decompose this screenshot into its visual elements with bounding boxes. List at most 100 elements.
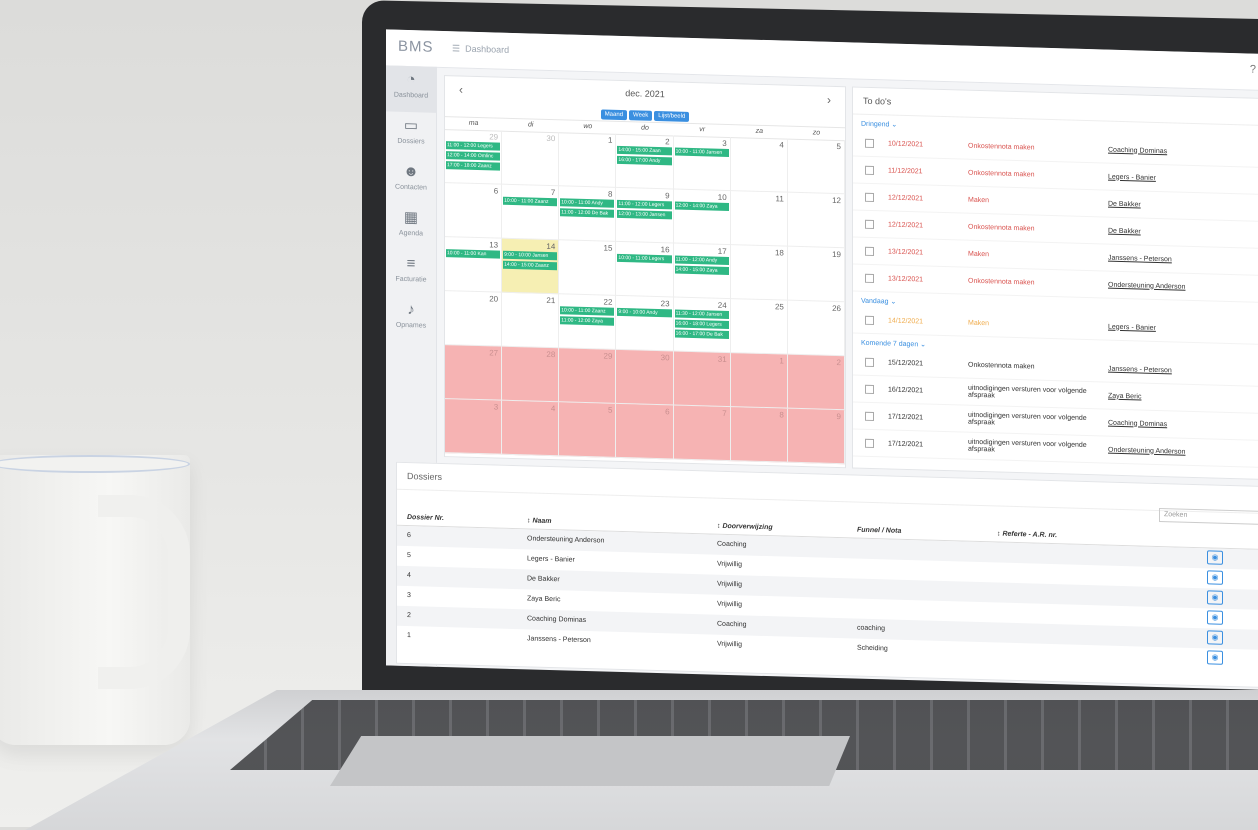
todo-checkbox[interactable]: [865, 246, 874, 256]
calendar-day[interactable]: 3: [445, 399, 503, 455]
calendar-event[interactable]: 10:00 - 11:00 Legers: [617, 253, 672, 264]
todo-dossier-link[interactable]: Coaching Dominas: [1108, 146, 1228, 156]
calendar-day[interactable]: 15: [559, 240, 617, 296]
calendar-day[interactable]: 1: [559, 132, 617, 188]
eye-icon[interactable]: ◉: [1207, 630, 1223, 645]
calendar-day[interactable]: 29 11:00 - 12:00 Legers 12:00 - 14:00 Omli…: [445, 129, 503, 185]
calendar-event[interactable]: 16:00 - 17:00 De Bak: [674, 329, 729, 340]
calendar-event[interactable]: 11:00 - 12:00 Zaya: [560, 316, 615, 326]
calendar-event[interactable]: 12:00 - 14:00 Zaya: [674, 201, 729, 212]
calendar-event[interactable]: 14:00 - 15:00 Zaanz: [503, 260, 558, 271]
column-header[interactable]: [1197, 536, 1258, 545]
dossier-search-input[interactable]: Zoeken: [1159, 508, 1258, 526]
calendar-day[interactable]: 21: [502, 292, 560, 349]
todo-checkbox[interactable]: [865, 165, 874, 175]
calendar-day[interactable]: 9: [787, 408, 845, 465]
sidebar-item-agenda[interactable]: ▦ Agenda: [386, 203, 436, 250]
calendar-event[interactable]: 12:00 - 13:00 Jansen: [617, 209, 672, 220]
calendar-day[interactable]: 29: [559, 348, 617, 404]
eye-icon[interactable]: ◉: [1207, 650, 1223, 665]
calendar-day[interactable]: 1: [730, 353, 788, 409]
calendar-event[interactable]: 11:00 - 12:00 Legers: [617, 199, 672, 210]
calendar-event[interactable]: 17:00 - 18:00 Zaanz: [446, 161, 501, 171]
column-header[interactable]: ↕ Naam: [517, 517, 707, 529]
column-header[interactable]: ↕ Doorverwijzing: [707, 522, 847, 533]
calendar-day[interactable]: 5: [787, 138, 845, 195]
calendar-day[interactable]: 4: [502, 400, 560, 457]
todo-dossier-link[interactable]: Ondersteuning Anderson: [1108, 446, 1228, 456]
todo-dossier-link[interactable]: De Bakker: [1108, 227, 1228, 237]
calendar-event[interactable]: 11:00 - 12:00 De Bak: [560, 208, 615, 218]
calendar-day[interactable]: 30: [616, 349, 674, 406]
calendar-event[interactable]: 10:00 - 11:00 Andy: [560, 198, 615, 208]
calendar-day[interactable]: 22 10:00 - 11:00 Zaanz 11:00 - 12:00 Zaya: [559, 294, 617, 350]
sidebar-item-facturatie[interactable]: ≡ Facturatie: [386, 249, 436, 296]
calendar-day[interactable]: 14 9:00 - 10:00 Jansen 14:00 - 15:00 Zaanz: [502, 238, 560, 295]
help-icon[interactable]: ?: [1250, 64, 1256, 76]
column-header[interactable]: Dossier Nr.: [397, 514, 517, 524]
todo-checkbox[interactable]: [865, 192, 874, 202]
todo-dossier-link[interactable]: Ondersteuning Anderson: [1108, 281, 1228, 291]
todo-dossier-link[interactable]: Coaching Dominas: [1108, 419, 1228, 429]
calendar-day[interactable]: 10 12:00 - 14:00 Zaya: [673, 189, 731, 246]
calendar-day[interactable]: 23 9:00 - 10:00 Andy: [616, 295, 674, 352]
calendar-day[interactable]: 7 10:00 - 11:00 Zaanz: [502, 184, 560, 241]
calendar-day[interactable]: 12: [787, 192, 845, 249]
calendar-day[interactable]: 17 11:00 - 12:00 Andy 14:00 - 15:00 Zaya: [673, 243, 731, 300]
calendar-event[interactable]: 12:00 - 14:00 Omlinc: [446, 151, 501, 161]
todo-dossier-link[interactable]: De Bakker: [1108, 200, 1228, 210]
todo-checkbox[interactable]: [865, 357, 874, 367]
sidebar-item-dashboard[interactable]: ◔ Dashboard: [386, 65, 436, 113]
calendar-event[interactable]: 10:00 - 11:00 Zaanz: [560, 306, 615, 316]
calendar-day[interactable]: 24 11:30 - 12:00 Jansen 16:00 - 18:00 Lege…: [673, 297, 731, 354]
todo-checkbox[interactable]: [865, 138, 874, 148]
todo-checkbox[interactable]: [865, 411, 874, 421]
calendar-event[interactable]: 11:00 - 12:00 Legers: [446, 141, 501, 151]
eye-icon[interactable]: ◉: [1207, 550, 1223, 565]
calendar-event[interactable]: 10:00 - 11:00 Jansen: [674, 147, 729, 158]
view-button[interactable]: Lijst/beeld: [654, 110, 690, 122]
todo-dossier-link[interactable]: Janssens - Peterson: [1108, 254, 1228, 264]
calendar-event[interactable]: 11:00 - 12:00 Andy: [674, 255, 729, 266]
calendar-day[interactable]: 27: [445, 345, 503, 401]
todo-dossier-link[interactable]: Legers - Banier: [1108, 323, 1228, 333]
calendar-day[interactable]: 30: [502, 130, 560, 187]
calendar-day[interactable]: 6: [445, 183, 503, 239]
calendar-day[interactable]: 19: [787, 246, 845, 303]
calendar-event[interactable]: 14:00 - 15:00 Zaya: [674, 265, 729, 276]
calendar-day[interactable]: 6: [616, 403, 674, 460]
todo-dossier-link[interactable]: Legers - Banier: [1108, 173, 1228, 183]
calendar-event[interactable]: 9:00 - 10:00 Jansen: [503, 250, 558, 261]
calendar-day[interactable]: 13 10:00 - 11:00 Kan: [445, 237, 503, 293]
calendar-day[interactable]: 28: [502, 346, 560, 403]
view-button[interactable]: Maand: [600, 109, 628, 121]
calendar-day[interactable]: 16 10:00 - 11:00 Legers: [616, 241, 674, 298]
todo-dossier-link[interactable]: Zaya Beric: [1108, 392, 1228, 402]
calendar-day[interactable]: 3 10:00 - 11:00 Jansen: [673, 135, 731, 192]
calendar-day[interactable]: 18: [730, 245, 788, 301]
calendar-event[interactable]: 10:00 - 11:00 Kan: [446, 249, 501, 259]
todo-checkbox[interactable]: [865, 273, 874, 283]
todo-dossier-link[interactable]: Janssens - Peterson: [1108, 365, 1228, 375]
calendar-event[interactable]: 16:00 - 17:00 Andy: [617, 155, 672, 166]
calendar-event[interactable]: 16:00 - 18:00 Legers: [674, 319, 729, 330]
menu-toggle[interactable]: ☰ Dashboard: [452, 43, 509, 56]
calendar-day[interactable]: 5: [559, 402, 617, 458]
eye-icon[interactable]: ◉: [1207, 570, 1223, 585]
todo-checkbox[interactable]: [865, 315, 874, 325]
calendar-day[interactable]: 7: [673, 405, 731, 462]
calendar-day[interactable]: 2 14:00 - 15:00 Zaan 16:00 - 17:00 Andy: [616, 133, 674, 190]
eye-icon[interactable]: ◉: [1207, 610, 1223, 625]
calendar-day[interactable]: 31: [673, 351, 731, 408]
calendar-day[interactable]: 20: [445, 291, 503, 347]
sidebar-item-dossiers[interactable]: ▭ Dossiers: [386, 111, 436, 158]
calendar-day[interactable]: 4: [730, 137, 788, 193]
calendar-day[interactable]: 8 10:00 - 11:00 Andy 11:00 - 12:00 De Bak: [559, 186, 617, 242]
todo-checkbox[interactable]: [865, 219, 874, 229]
view-button[interactable]: Week: [629, 110, 653, 121]
calendar-day[interactable]: 11: [730, 191, 788, 247]
calendar-day[interactable]: 25: [730, 299, 788, 355]
sidebar-item-opnames[interactable]: ♪ Opnames: [386, 295, 436, 342]
calendar-event[interactable]: 14:00 - 15:00 Zaan: [617, 145, 672, 156]
calendar-day[interactable]: 9 11:00 - 12:00 Legers 12:00 - 13:00 Janse…: [616, 187, 674, 244]
